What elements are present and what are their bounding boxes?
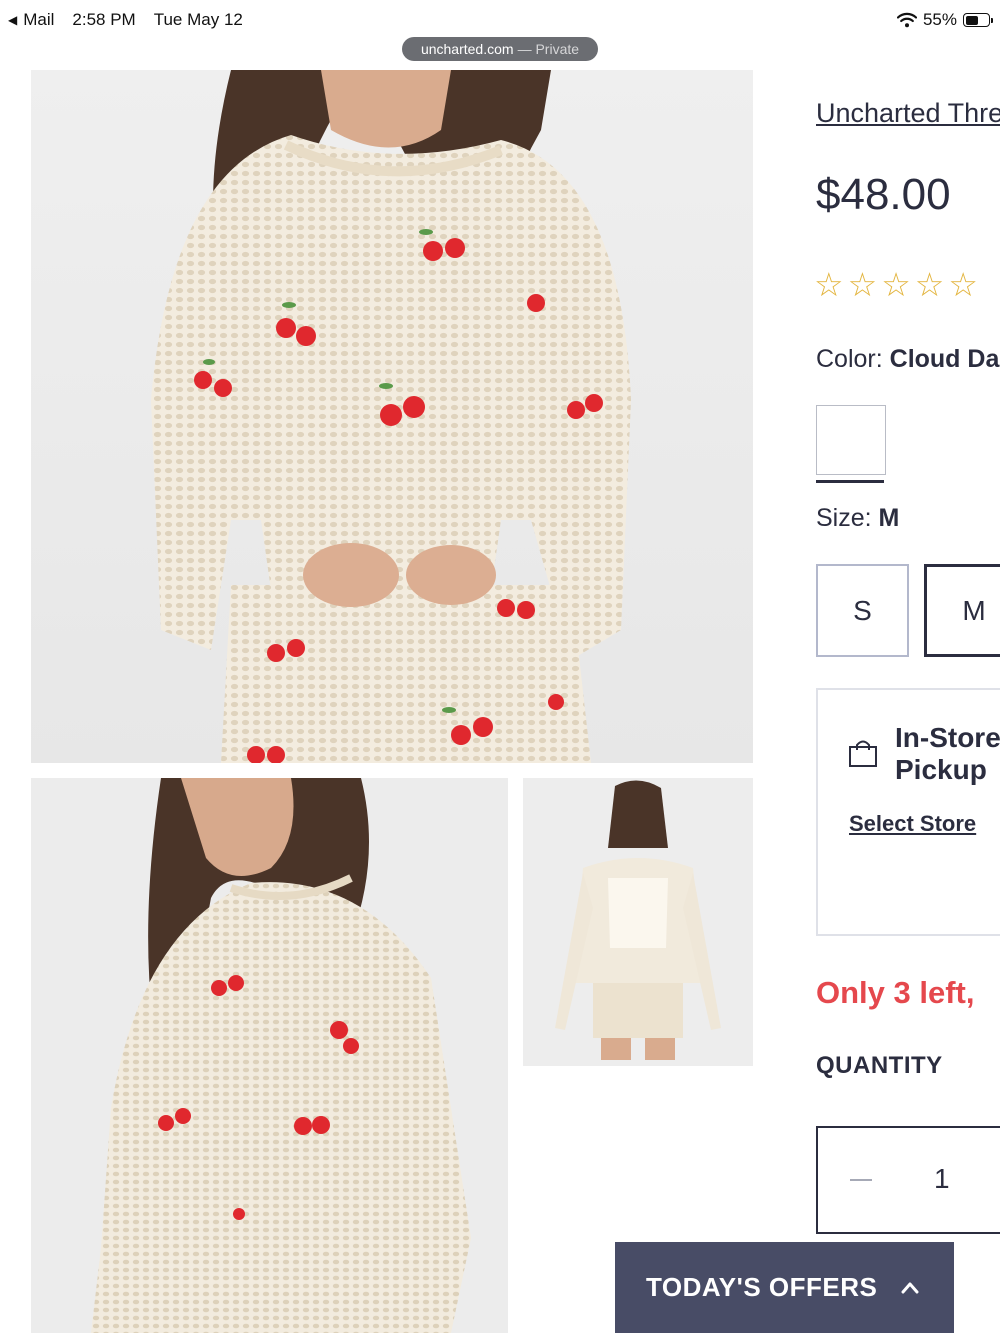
size-label: Size: — [816, 504, 872, 532]
status-date: Tue May 12 — [153, 10, 243, 29]
battery-level — [965, 15, 978, 25]
offers-label: TODAY'S OFFERS — [646, 1272, 878, 1302]
size-option-m[interactable]: M — [924, 564, 1000, 657]
battery-icon — [963, 13, 993, 27]
stock-message: Only 3 left, — [816, 975, 975, 1010]
star-icon: ☆ — [914, 266, 945, 303]
status-time: 2:58 PM — [72, 10, 136, 29]
size-option-s[interactable]: S — [816, 564, 909, 657]
back-app-label[interactable]: Mail — [23, 10, 54, 30]
address-bar[interactable]: uncharted.com — Private — [402, 37, 598, 61]
size-value: M — [878, 504, 900, 532]
shopping-bag-icon — [849, 740, 877, 767]
star-icon: ☆ — [814, 266, 844, 303]
pickup-title: In-Store Pickup — [895, 722, 1000, 786]
pickup-title-line1: In-Store — [895, 722, 1000, 753]
model-side-illustration — [91, 778, 471, 1333]
product-image-back[interactable] — [523, 778, 753, 1066]
quantity-stepper[interactable] — [816, 1126, 1000, 1234]
status-right: 55% — [896, 10, 993, 30]
color-label: Color: — [816, 345, 883, 373]
model-back-illustration — [555, 780, 721, 1060]
select-store-link[interactable]: Select Store — [849, 811, 976, 837]
pickup-title-line2: Pickup — [895, 754, 987, 785]
private-mode-label: — Private — [517, 41, 580, 57]
product-price: $48.00 — [816, 170, 951, 219]
color-selection-label: Color: Cloud Da — [816, 345, 999, 374]
product-image-side[interactable] — [31, 778, 508, 1333]
minus-icon[interactable] — [850, 1179, 872, 1181]
rating-stars[interactable]: ☆ ☆ ☆ ☆ ☆ — [814, 268, 978, 301]
swatch-selected-indicator — [816, 480, 884, 483]
color-swatch-cloud[interactable] — [816, 405, 886, 475]
back-arrow-icon[interactable]: ◀ — [8, 13, 17, 27]
status-left: ◀ Mail 2:58 PM Tue May 12 — [8, 10, 243, 30]
quantity-value[interactable]: 1 — [934, 1163, 950, 1195]
color-value: Cloud Da — [889, 345, 1000, 373]
chevron-up-icon — [901, 1282, 919, 1293]
model-front-illustration — [151, 70, 631, 763]
status-bar: ◀ Mail 2:58 PM Tue May 12 55% — [0, 0, 1000, 40]
url-domain: uncharted.com — [420, 41, 514, 57]
product-image-main[interactable] — [31, 70, 753, 763]
star-icon: ☆ — [948, 266, 978, 303]
star-icon: ☆ — [881, 266, 911, 303]
quantity-label: QUANTITY — [816, 1052, 943, 1079]
battery-percent: 55% — [922, 10, 957, 29]
brand-link[interactable]: Uncharted Thre — [816, 98, 1000, 129]
todays-offers-button[interactable]: TODAY'S OFFERS — [615, 1242, 954, 1333]
wifi-icon — [896, 12, 917, 28]
star-icon: ☆ — [847, 266, 878, 303]
size-selection-label: Size: M — [816, 504, 899, 533]
